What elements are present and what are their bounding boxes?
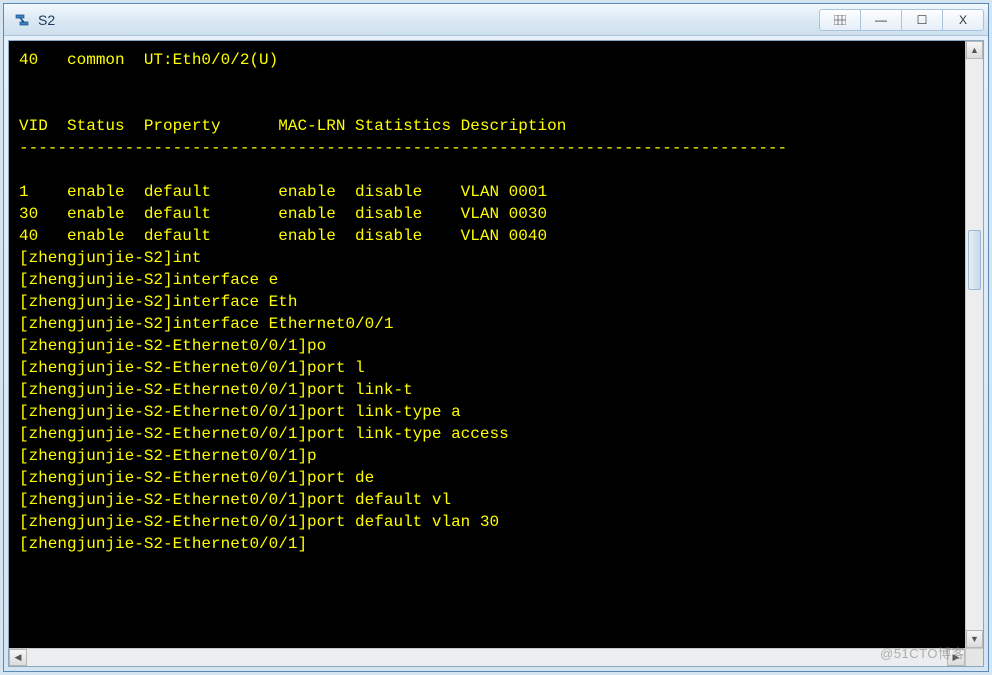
scroll-right-arrow-icon[interactable]: ▶	[947, 649, 965, 666]
vertical-scrollbar[interactable]: ▲ ▼	[965, 41, 983, 648]
vscroll-thumb[interactable]	[968, 230, 981, 290]
close-button[interactable]: X	[942, 9, 984, 31]
maximize-icon: ☐	[917, 13, 928, 27]
terminal-prompt: [zhengjunjie-S2-Ethernet0/0/1]port de	[19, 469, 374, 487]
terminal-prompt: [zhengjunjie-S2]interface e	[19, 271, 278, 289]
terminal-row: 40 enable default enable disable VLAN 00…	[19, 227, 547, 245]
terminal-row: 30 enable default enable disable VLAN 00…	[19, 205, 547, 223]
terminal-prompt: [zhengjunjie-S2-Ethernet0/0/1]port link-…	[19, 381, 413, 399]
window-controls: — ☐ X	[820, 9, 984, 31]
terminal-row: 1 enable default enable disable VLAN 000…	[19, 183, 547, 201]
scroll-left-arrow-icon[interactable]: ◀	[9, 649, 27, 666]
grid-button[interactable]	[819, 9, 861, 31]
terminal-prompt: [zhengjunjie-S2-Ethernet0/0/1]port defau…	[19, 491, 451, 509]
terminal-prompt: [zhengjunjie-S2-Ethernet0/0/1]port l	[19, 359, 365, 377]
terminal-output[interactable]: 40 common UT:Eth0/0/2(U) VID Status Prop…	[9, 41, 983, 648]
minimize-button[interactable]: —	[860, 9, 902, 31]
terminal-prompt: [zhengjunjie-S2-Ethernet0/0/1]port link-…	[19, 425, 509, 443]
minimize-icon: —	[875, 13, 887, 27]
titlebar[interactable]: S2 — ☐ X	[4, 4, 988, 36]
terminal-prompt: [zhengjunjie-S2-Ethernet0/0/1]port defau…	[19, 513, 499, 531]
window-title: S2	[38, 12, 820, 28]
terminal-prompt: [zhengjunjie-S2-Ethernet0/0/1]po	[19, 337, 326, 355]
content-area: 40 common UT:Eth0/0/2(U) VID Status Prop…	[8, 40, 984, 667]
app-icon	[12, 10, 32, 30]
terminal-line: 40 common UT:Eth0/0/2(U)	[19, 51, 278, 69]
terminal-table-header: VID Status Property MAC-LRN Statistics D…	[19, 117, 566, 135]
terminal-prompt: [zhengjunjie-S2]interface Ethernet0/0/1	[19, 315, 393, 333]
close-icon: X	[959, 13, 967, 27]
terminal-prompt: [zhengjunjie-S2-Ethernet0/0/1]p	[19, 447, 317, 465]
scroll-down-arrow-icon[interactable]: ▼	[966, 630, 983, 648]
horizontal-scrollbar[interactable]: ◀ ▶	[9, 648, 983, 666]
terminal-prompt: [zhengjunjie-S2-Ethernet0/0/1]	[19, 535, 307, 553]
terminal-prompt: [zhengjunjie-S2-Ethernet0/0/1]port link-…	[19, 403, 461, 421]
terminal-divider: ----------------------------------------…	[19, 139, 787, 157]
scroll-up-arrow-icon[interactable]: ▲	[966, 41, 983, 59]
app-window: S2 — ☐ X 40 common UT:Eth0/0/2(U)	[3, 3, 989, 672]
grid-icon	[834, 15, 846, 25]
scroll-corner	[965, 649, 983, 666]
maximize-button[interactable]: ☐	[901, 9, 943, 31]
vscroll-track[interactable]	[966, 59, 983, 630]
hscroll-track[interactable]	[27, 649, 947, 666]
terminal-prompt: [zhengjunjie-S2]interface Eth	[19, 293, 297, 311]
terminal-prompt: [zhengjunjie-S2]int	[19, 249, 201, 267]
